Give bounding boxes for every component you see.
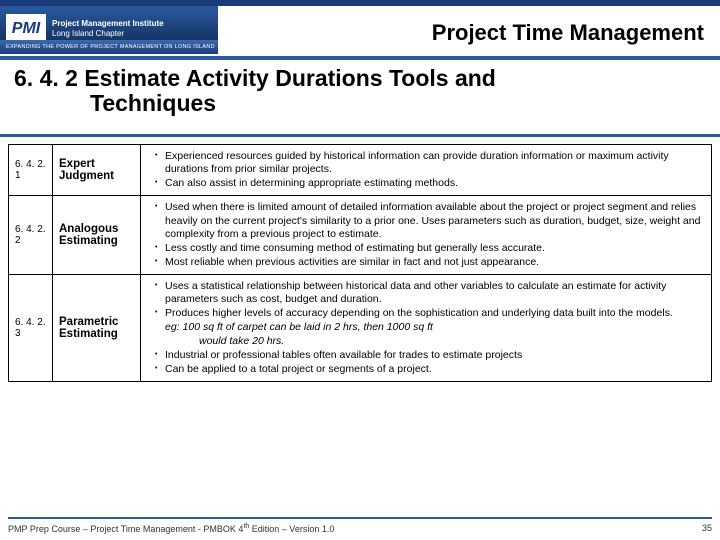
row-desc: •Uses a statistical relationship between… <box>141 275 712 382</box>
example-line2: would take 20 hrs. <box>199 335 703 348</box>
row-name: Parametric Estimating <box>53 275 141 382</box>
row-desc: •Used when there is limited amount of de… <box>141 196 712 275</box>
bullet-text: Produces higher levels of accuracy depen… <box>165 307 703 320</box>
page-title: Project Time Management <box>218 12 720 46</box>
bullet-text: Can also assist in determining appropria… <box>165 177 703 190</box>
logo-tagline: EXPANDING THE POWER OF PROJECT MANAGEMEN… <box>0 40 218 54</box>
footer-text: PMP Prep Course – Project Time Managemen… <box>8 523 334 534</box>
bullet-text: Industrial or professional tables often … <box>165 349 703 362</box>
bullet-text: Most reliable when previous activities a… <box>165 256 703 269</box>
section-heading: 6. 4. 2 Estimate Activity Durations Tool… <box>14 66 706 117</box>
section-number: 6. 4. 2 <box>14 65 78 91</box>
bullet-text: Uses a statistical relationship between … <box>165 280 703 306</box>
row-number: 6. 4. 2. 3 <box>9 275 53 382</box>
table-row: 6. 4. 2. 2 Analogous Estimating •Used wh… <box>9 196 712 275</box>
row-number: 6. 4. 2. 2 <box>9 196 53 275</box>
bullet-text: Used when there is limited amount of det… <box>165 201 703 240</box>
bullet-text: Can be applied to a total project or seg… <box>165 363 703 376</box>
row-name: Expert Judgment <box>53 145 141 196</box>
row-number: 6. 4. 2. 1 <box>9 145 53 196</box>
slide-footer: PMP Prep Course – Project Time Managemen… <box>8 517 712 534</box>
row-desc: •Experienced resources guided by histori… <box>141 145 712 196</box>
row-name: Analogous Estimating <box>53 196 141 275</box>
logo-line2: Long Island Chapter <box>52 29 164 39</box>
example-line1: eg: 100 sq ft of carpet can be laid in 2… <box>165 321 703 334</box>
bullet-text: Experienced resources guided by historic… <box>165 150 703 176</box>
bullet-text: Less costly and time consuming method of… <box>165 242 703 255</box>
header-rule <box>0 56 720 60</box>
section-rule <box>0 134 720 137</box>
logo-text: Project Management Institute Long Island… <box>52 19 164 38</box>
table-row: 6. 4. 2. 1 Expert Judgment •Experienced … <box>9 145 712 196</box>
techniques-table: 6. 4. 2. 1 Expert Judgment •Experienced … <box>8 144 712 382</box>
section-title-line2: Techniques <box>90 90 216 116</box>
table-row: 6. 4. 2. 3 Parametric Estimating •Uses a… <box>9 275 712 382</box>
logo-line1: Project Management Institute <box>52 19 164 29</box>
section-title-line1: Estimate Activity Durations Tools and <box>84 65 496 91</box>
page-number: 35 <box>702 523 712 534</box>
